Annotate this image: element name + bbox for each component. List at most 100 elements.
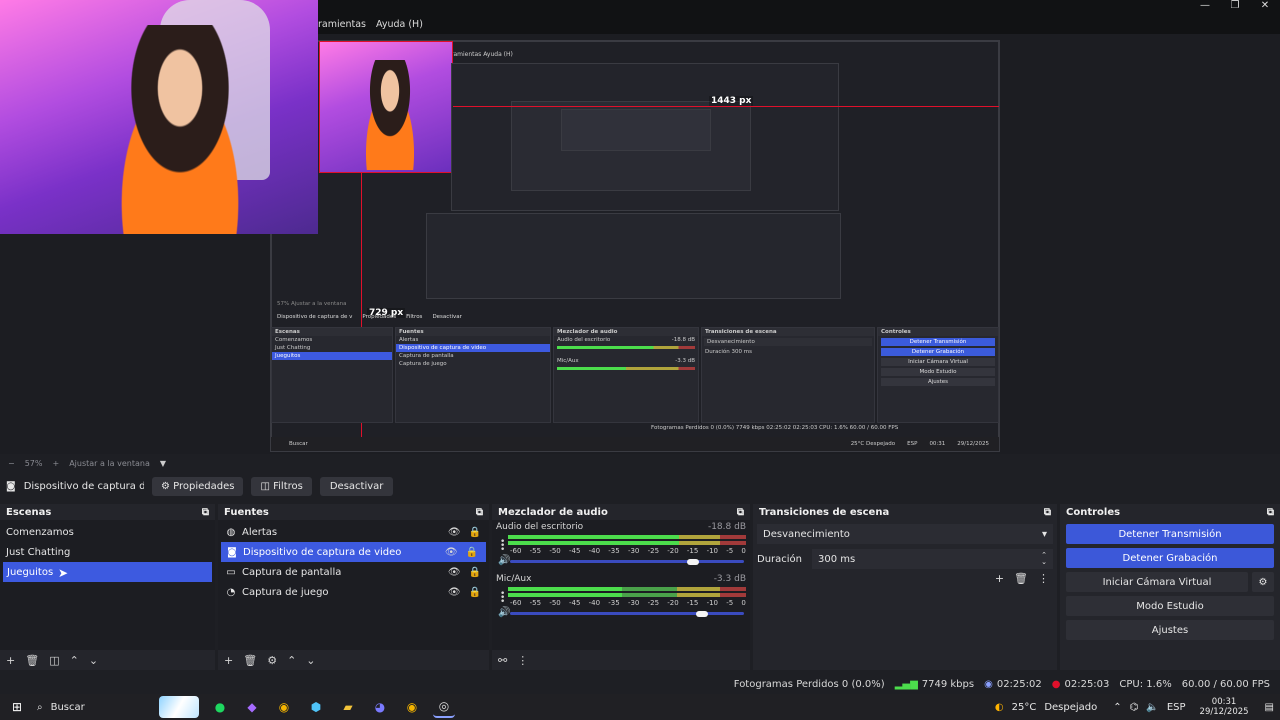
discord-icon[interactable]: ◕: [369, 696, 391, 718]
globe-icon: ◍: [226, 526, 236, 538]
windows-start-icon[interactable]: ⊞: [6, 696, 28, 718]
volume-knob[interactable]: [686, 558, 699, 565]
spinner-icon[interactable]: ⌃ ⌄: [1041, 552, 1047, 566]
eye-icon[interactable]: 👁: [448, 527, 461, 538]
remove-source-icon[interactable]: 🗑: [243, 654, 257, 667]
eye-icon[interactable]: 👁: [445, 547, 458, 558]
channel-db: -3.3 dB: [713, 574, 746, 584]
chevron-up-icon[interactable]: ⌃: [1113, 702, 1121, 713]
menu-item-help[interactable]: Ayuda (H): [376, 19, 423, 30]
scene-item-just-chatting[interactable]: Just Chatting: [0, 542, 215, 562]
folder-icon[interactable]: ▰: [337, 696, 359, 718]
virtual-camera-button[interactable]: Iniciar Cámara Virtual: [1066, 572, 1248, 592]
scene-item-jueguitos[interactable]: Jueguitos: [3, 562, 212, 582]
undock-icon[interactable]: ⧉: [1044, 507, 1051, 518]
scenes-title: Escenas: [6, 506, 52, 518]
filters-button[interactable]: ◫ Filtros: [251, 476, 312, 496]
source-item-video-capture[interactable]: ◙ Dispositivo de captura de video 👁 🔒: [221, 542, 486, 562]
lock-icon[interactable]: 🔒: [466, 547, 478, 558]
settings-button[interactable]: Ajustes: [1066, 620, 1274, 640]
undock-icon[interactable]: ⧉: [202, 507, 209, 518]
menu-item-tools[interactable]: ramientas: [318, 19, 366, 30]
add-source-button[interactable]: +: [224, 654, 233, 667]
filter-icon[interactable]: ◫: [49, 654, 59, 667]
close-button[interactable]: ✕: [1250, 0, 1280, 14]
more-icon[interactable]: ⋮: [517, 654, 528, 667]
studio-mode-button[interactable]: Modo Estudio: [1066, 596, 1274, 616]
duration-input[interactable]: 300 ms ⌃ ⌄: [812, 549, 1053, 569]
meter-tick: -35: [608, 547, 620, 555]
gear-icon[interactable]: ⚙: [1252, 572, 1274, 592]
source-item-screen-capture[interactable]: ▭ Captura de pantalla 👁 🔒: [218, 562, 489, 582]
gamepad-icon: ◔: [226, 586, 236, 598]
transitions-dock: Transiciones de escena ⧉ Desvanecimiento ▾…: [753, 504, 1057, 670]
restore-button[interactable]: ❐: [1220, 0, 1250, 14]
remove-scene-icon[interactable]: 🗑: [25, 654, 39, 667]
network-icon[interactable]: ⌬: [1130, 702, 1139, 713]
properties-button[interactable]: ⚙ Propiedades: [152, 476, 244, 496]
stop-recording-button[interactable]: Detener Grabación: [1066, 548, 1274, 568]
language-indicator[interactable]: ESP: [1167, 702, 1186, 713]
nested-sources-dock: Fuentes Alertas Dispositivo de captura d…: [395, 327, 551, 423]
volume-slider[interactable]: [510, 558, 744, 565]
stop-stream-button[interactable]: Detener Transmisión: [1066, 524, 1274, 544]
undock-icon[interactable]: ⧉: [476, 507, 483, 518]
more-icon[interactable]: • • •: [500, 590, 505, 607]
link-icon[interactable]: ⚯: [498, 654, 507, 667]
lock-icon[interactable]: 🔒: [469, 567, 481, 578]
notification-icon[interactable]: ▤: [1265, 702, 1274, 713]
copilot-icon[interactable]: ◆: [241, 696, 263, 718]
source-item-alertas[interactable]: ◍ Alertas 👁 🔒: [218, 522, 489, 542]
more-icon[interactable]: • • •: [500, 538, 505, 555]
preview-canvas[interactable]: ramientas Ayuda (H) 1443 px 729 px 57% A…: [270, 40, 1000, 452]
volume-icon[interactable]: 🔈: [1146, 702, 1158, 713]
gear-icon[interactable]: ⚙: [267, 654, 277, 667]
deactivate-button[interactable]: Desactivar: [319, 476, 394, 496]
speaker-icon[interactable]: 🔊: [498, 607, 510, 618]
move-up-icon[interactable]: ⌃: [287, 654, 296, 667]
spotify-icon[interactable]: ●: [209, 696, 231, 718]
chrome-icon-2[interactable]: ◉: [401, 696, 423, 718]
chrome-icon[interactable]: ◉: [273, 696, 295, 718]
move-up-icon[interactable]: ⌃: [70, 654, 79, 667]
speaker-icon[interactable]: 🔊: [498, 555, 510, 566]
eye-icon[interactable]: 👁: [448, 587, 461, 598]
zoom-out-button[interactable]: −: [8, 459, 15, 468]
record-icon: ●: [1051, 678, 1061, 690]
move-down-icon[interactable]: ⌄: [306, 654, 315, 667]
lock-icon[interactable]: 🔒: [469, 527, 481, 538]
clock[interactable]: 00:31 29/12/2025: [1200, 697, 1249, 717]
chevron-down-icon[interactable]: ▼: [160, 459, 166, 468]
mixer-toolbar: ⚯ ⋮: [492, 650, 750, 670]
lock-icon[interactable]: 🔒: [469, 587, 481, 598]
undock-icon[interactable]: ⧉: [1267, 507, 1274, 518]
taskbar: ⊞ ⌕ Buscar ● ◆ ◉ ⬢ ▰ ◕ ◉ ◎ ◐ 25°C Despej…: [0, 694, 1280, 720]
webcam-feed: [0, 0, 318, 234]
selected-source-name: ◙ Dispositivo de captura de v: [6, 480, 144, 492]
more-icon[interactable]: ⋮: [1038, 572, 1049, 585]
level-meter: [508, 587, 746, 591]
scenes-toolbar: + 🗑 ◫ ⌃ ⌄: [0, 650, 215, 670]
meter-ticks: -60 -55 -50 -45 -40 -35 -30 -25 -20 -15 -10 -5 0: [510, 547, 746, 555]
volume-knob[interactable]: [695, 610, 708, 617]
zoom-in-button[interactable]: +: [52, 459, 59, 468]
level-meter: [508, 593, 746, 597]
eye-icon[interactable]: 👁: [448, 567, 461, 578]
add-transition-button[interactable]: +: [995, 572, 1004, 585]
source-item-game-capture[interactable]: ◔ Captura de juego 👁 🔒: [218, 582, 489, 602]
app-icon[interactable]: ⬢: [305, 696, 327, 718]
window-controls: — ❐ ✕: [1190, 0, 1280, 14]
undock-icon[interactable]: ⧉: [737, 507, 744, 518]
obs-icon[interactable]: ◎: [433, 696, 455, 718]
volume-slider[interactable]: [510, 610, 744, 617]
add-scene-button[interactable]: +: [6, 654, 15, 667]
scene-item-comenzamos[interactable]: Comenzamos: [0, 522, 215, 542]
transition-select[interactable]: Desvanecimiento ▾: [757, 524, 1053, 544]
channel-db: -18.8 dB: [707, 522, 746, 532]
minimize-button[interactable]: —: [1190, 0, 1220, 14]
level-fill: [508, 587, 623, 591]
fit-window-label[interactable]: Ajustar a la ventana: [69, 459, 150, 468]
source-toolbar: ◙ Dispositivo de captura de v ⚙ Propieda…: [0, 474, 1280, 498]
move-down-icon[interactable]: ⌄: [89, 654, 98, 667]
remove-transition-icon[interactable]: 🗑: [1014, 572, 1028, 585]
